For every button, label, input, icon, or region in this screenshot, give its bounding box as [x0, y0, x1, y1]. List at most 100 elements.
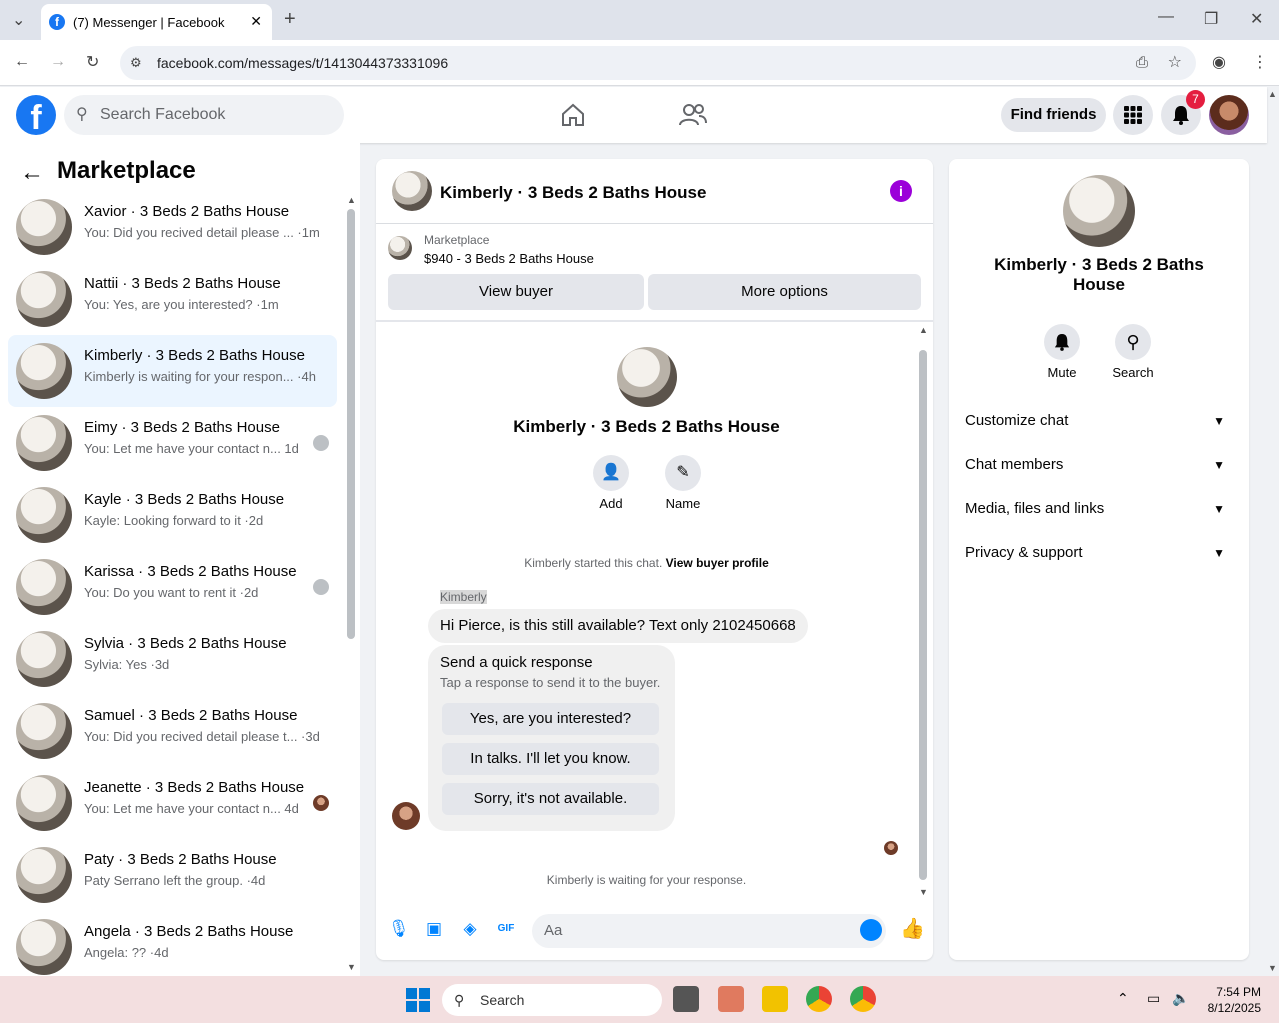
customize-chat-section[interactable]: Customize chat ▼ — [965, 412, 1233, 429]
mute-button[interactable] — [1044, 324, 1080, 360]
emoji-icon[interactable] — [860, 919, 882, 941]
view-buyer-profile-link[interactable]: View buyer profile — [666, 556, 769, 570]
listing-title[interactable]: $940 - 3 Beds 2 Baths House — [424, 251, 594, 266]
quick-reply-button[interactable]: Sorry, it's not available. — [442, 783, 659, 815]
conversation-name: Xavior · 3 Beds 2 Baths House — [84, 203, 290, 220]
chrome-profile-icon[interactable] — [850, 986, 876, 1012]
conversation-item[interactable]: Sylvia · 3 Beds 2 Baths House Sylvia: Ye… — [8, 623, 337, 695]
section-label: Chat members — [965, 456, 1064, 473]
search-chat-button[interactable]: ⚲ — [1115, 324, 1151, 360]
chat-scrollbar[interactable] — [919, 350, 927, 880]
chrome-menu-icon[interactable]: ⋮ — [1252, 52, 1268, 72]
conversation-item-active[interactable]: Kimberly · 3 Beds 2 Baths House Kimberly… — [8, 335, 337, 407]
edit-name-button[interactable]: ✎ — [665, 455, 701, 491]
install-app-icon[interactable]: ⎙ — [1136, 46, 1148, 80]
photo-icon[interactable]: ▣ — [424, 919, 444, 939]
clock[interactable]: 7:54 PM 8/12/2025 — [1208, 984, 1261, 1016]
apps-grid-icon — [1124, 106, 1142, 124]
conversation-item[interactable]: Karissa · 3 Beds 2 Baths House You: Do y… — [8, 551, 337, 623]
quick-reply-button[interactable]: In talks. I'll let you know. — [442, 743, 659, 775]
tray-chevron-up-icon[interactable]: ⌃ — [1117, 990, 1129, 1007]
facebook-search-input[interactable]: ⚲ Search Facebook — [64, 95, 344, 135]
page-scroll-down-icon[interactable]: ▼ — [1268, 963, 1277, 973]
scroll-down-icon[interactable]: ▼ — [919, 887, 928, 897]
waiting-note: Kimberly is waiting for your response. — [546, 873, 747, 887]
minimize-icon[interactable]: — — [1158, 8, 1174, 26]
marketplace-label: Marketplace — [424, 233, 490, 247]
message-input[interactable]: Aa — [532, 914, 886, 948]
conversation-item[interactable]: Paty · 3 Beds 2 Baths House Paty Serrano… — [8, 839, 337, 911]
close-tab-icon[interactable]: ✕ — [250, 13, 262, 30]
bookmark-star-icon[interactable]: ☆ — [1168, 46, 1182, 80]
scroll-up-icon[interactable]: ▲ — [347, 195, 356, 205]
chat-title[interactable]: Kimberly · 3 Beds 2 Baths House — [440, 183, 706, 203]
conversation-preview: You: Did you recived detail please t... … — [84, 729, 320, 744]
close-window-icon[interactable]: ✕ — [1250, 9, 1263, 29]
chat-members-section[interactable]: Chat members ▼ — [965, 456, 1233, 473]
privacy-support-section[interactable]: Privacy & support ▼ — [965, 544, 1233, 561]
sticky-notes-icon[interactable] — [762, 986, 788, 1012]
gif-icon[interactable]: GIF — [496, 919, 516, 939]
address-bar-row: ← → ↻ ⚙ facebook.com/messages/t/14130443… — [0, 40, 1279, 86]
chat-header-avatar[interactable] — [392, 171, 432, 211]
info-icon[interactable]: i — [890, 180, 912, 202]
snipping-tool-icon[interactable] — [718, 986, 744, 1012]
quick-reply-button[interactable]: Yes, are you interested? — [442, 703, 659, 735]
browser-tab[interactable]: f (7) Messenger | Facebook ✕ — [41, 4, 272, 40]
find-friends-button[interactable]: Find friends — [1001, 98, 1106, 132]
microphone-icon[interactable]: 🎙 — [388, 919, 410, 939]
media-files-links-section[interactable]: Media, files and links ▼ — [965, 500, 1233, 517]
conversation-avatar — [16, 487, 72, 543]
scroll-down-icon[interactable]: ▼ — [347, 962, 356, 972]
menu-button[interactable] — [1113, 95, 1153, 135]
chevron-down-icon: ▼ — [1213, 458, 1225, 472]
seen-indicator-icon — [313, 579, 329, 595]
profile-icon[interactable]: ◉ — [1212, 52, 1226, 72]
more-options-button[interactable]: More options — [648, 274, 921, 310]
message-bubble[interactable]: Hi Pierce, is this still available? Text… — [428, 609, 808, 643]
conversation-item[interactable]: Angela · 3 Beds 2 Baths House Angela: ??… — [8, 911, 337, 975]
chrome-icon[interactable] — [806, 986, 832, 1012]
task-view-icon[interactable] — [673, 986, 699, 1012]
view-buyer-button[interactable]: View buyer — [388, 274, 644, 310]
conversation-item[interactable]: Jeanette · 3 Beds 2 Baths House You: Let… — [8, 767, 337, 839]
forward-icon[interactable]: → — [50, 53, 66, 71]
conversation-item[interactable]: Eimy · 3 Beds 2 Baths House You: Let me … — [8, 407, 337, 479]
scroll-up-icon[interactable]: ▲ — [919, 325, 928, 335]
divider — [376, 320, 933, 322]
page-scroll-up-icon[interactable]: ▲ — [1268, 89, 1277, 99]
sender-avatar — [392, 802, 420, 830]
friends-icon[interactable] — [679, 103, 707, 127]
conversation-item[interactable]: Xavior · 3 Beds 2 Baths House You: Did y… — [8, 191, 337, 263]
conversation-item[interactable]: Kayle · 3 Beds 2 Baths House Kayle: Look… — [8, 479, 337, 551]
new-tab-icon[interactable]: + — [284, 8, 296, 31]
thumbs-up-icon[interactable]: 👍 — [900, 919, 925, 939]
facebook-logo-icon[interactable]: f — [16, 95, 56, 137]
conversation-preview: Angela: ?? ·4d — [84, 945, 169, 960]
network-icon[interactable]: ▭ — [1147, 990, 1160, 1007]
url-field[interactable]: ⚙ facebook.com/messages/t/14130443733310… — [120, 46, 1196, 80]
account-avatar[interactable] — [1209, 95, 1249, 135]
home-icon[interactable] — [560, 102, 586, 128]
conversation-avatar — [16, 199, 72, 255]
conversation-preview: You: Let me have your contact n... 4d — [84, 801, 299, 816]
add-people-button[interactable]: 👤 — [593, 455, 629, 491]
section-label: Customize chat — [965, 412, 1069, 429]
taskbar-search[interactable]: ⚲ Search — [442, 984, 662, 1016]
volume-icon[interactable]: 🔈 — [1172, 990, 1189, 1007]
back-arrow-icon[interactable]: ← — [20, 159, 44, 187]
restore-icon[interactable]: ❐ — [1204, 9, 1218, 29]
conversation-preview: You: Yes, are you interested? ·1m — [84, 297, 279, 312]
conversation-item[interactable]: Samuel · 3 Beds 2 Baths House You: Did y… — [8, 695, 337, 767]
sidebar-scrollbar[interactable] — [347, 209, 355, 639]
windows-taskbar: ⚲ Search ⌃ ▭ 🔈 7:54 PM 8/12/2025 — [0, 976, 1279, 1023]
chevron-down-icon: ▼ — [1213, 502, 1225, 516]
conversation-item[interactable]: Nattii · 3 Beds 2 Baths House You: Yes, … — [8, 263, 337, 335]
sticker-icon[interactable]: ◈ — [460, 919, 480, 939]
reload-icon[interactable]: ↻ — [86, 52, 99, 72]
site-settings-icon[interactable]: ⚙ — [130, 46, 142, 80]
conversation-avatar — [16, 775, 72, 831]
windows-start-icon[interactable] — [406, 988, 430, 1012]
back-icon[interactable]: ← — [14, 53, 30, 71]
tab-list-chevron-icon[interactable]: ⌄ — [12, 10, 25, 30]
